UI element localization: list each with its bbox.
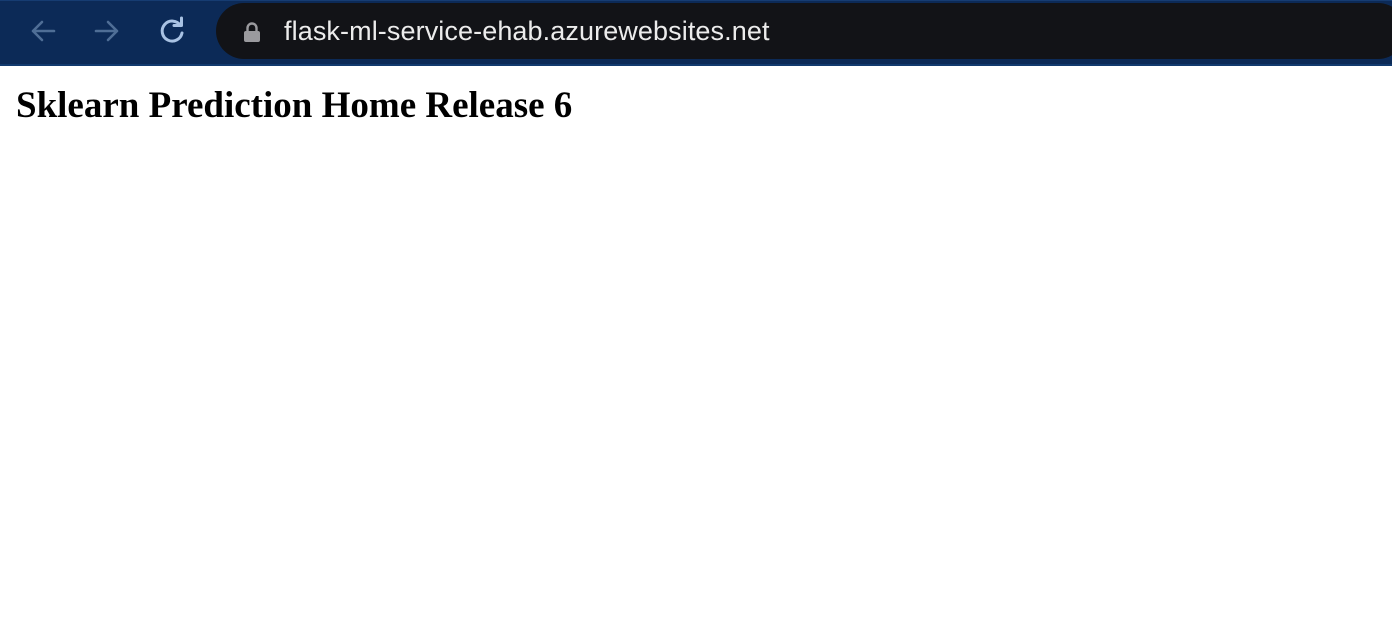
address-bar[interactable]: flask-ml-service-ehab.azurewebsites.net xyxy=(216,3,1392,59)
arrow-left-icon xyxy=(31,20,56,42)
arrow-right-icon xyxy=(94,20,119,42)
page-title: Sklearn Prediction Home Release 6 xyxy=(16,85,573,126)
forward-button[interactable] xyxy=(90,14,124,48)
back-button[interactable] xyxy=(26,14,60,48)
page-content: Sklearn Prediction Home Release 6 xyxy=(0,66,1392,618)
reload-button[interactable] xyxy=(155,14,189,48)
lock-icon xyxy=(244,22,260,42)
reload-icon xyxy=(160,16,184,43)
url-text[interactable]: flask-ml-service-ehab.azurewebsites.net xyxy=(284,3,770,59)
browser-toolbar: flask-ml-service-ehab.azurewebsites.net xyxy=(0,0,1392,66)
